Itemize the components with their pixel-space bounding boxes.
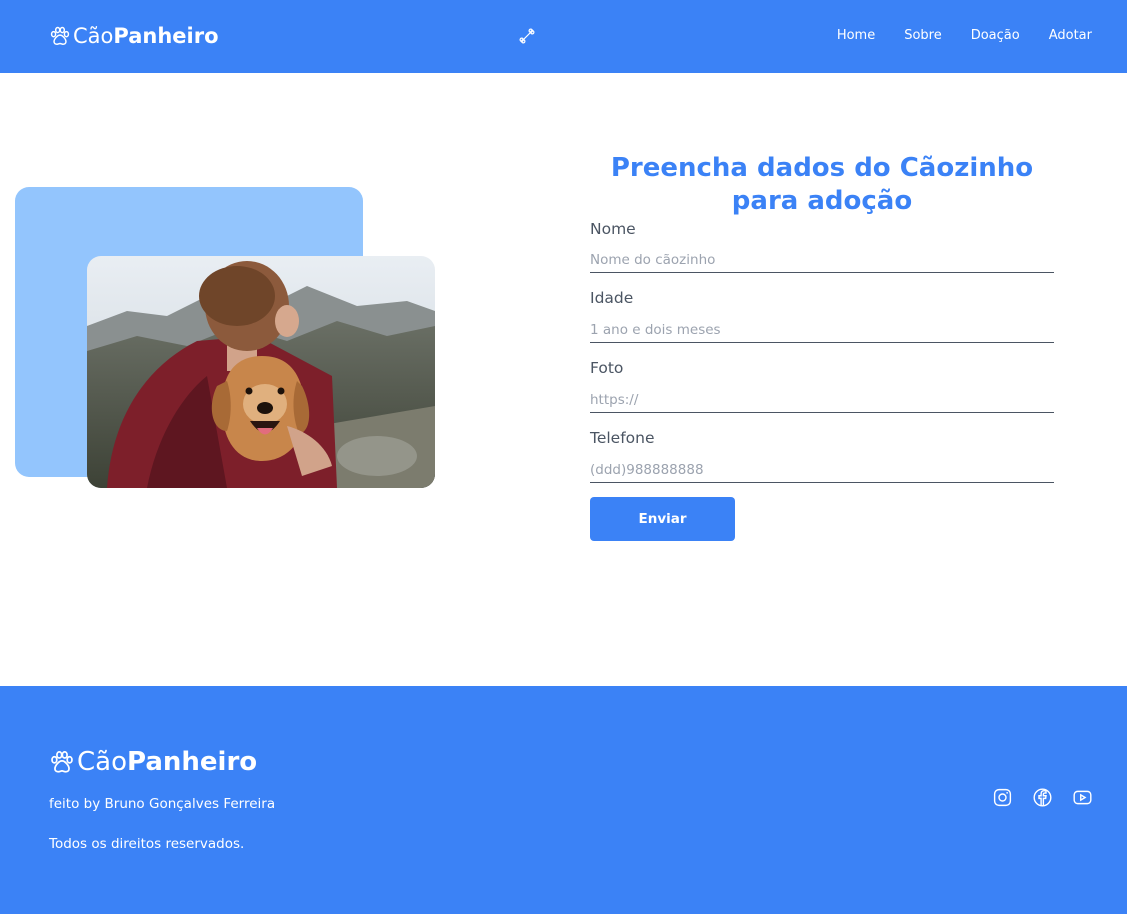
telefone-label: Telefone bbox=[590, 429, 655, 447]
footer: Cão Panheiro feito by Bruno Gonçalves Fer… bbox=[0, 686, 1127, 914]
social-links bbox=[992, 787, 1093, 808]
idade-input[interactable] bbox=[590, 317, 1054, 343]
man-hugging-dog-photo bbox=[87, 256, 435, 488]
paw-icon bbox=[51, 751, 73, 773]
brand-name-regular: Cão bbox=[73, 24, 114, 48]
instagram-icon[interactable] bbox=[992, 787, 1013, 808]
footer-brand-bold: Panheiro bbox=[127, 747, 258, 777]
brand-name-bold: Panheiro bbox=[113, 24, 219, 48]
nome-input[interactable] bbox=[590, 247, 1054, 273]
paw-icon bbox=[50, 26, 70, 45]
footer-brand-regular: Cão bbox=[77, 747, 127, 777]
form-title: Preencha dados do Cãozinho para adoção bbox=[610, 153, 1034, 216]
nome-label: Nome bbox=[590, 220, 636, 238]
foto-url-input[interactable] bbox=[590, 387, 1054, 413]
idade-label: Idade bbox=[590, 289, 634, 307]
nav-doacao[interactable]: Doação bbox=[971, 28, 1020, 43]
brand-logo[interactable]: Cão Panheiro bbox=[49, 22, 219, 50]
facebook-icon[interactable] bbox=[1032, 787, 1053, 808]
telefone-input[interactable] bbox=[590, 457, 1054, 483]
nav-sobre[interactable]: Sobre bbox=[904, 28, 942, 43]
nav-home[interactable]: Home bbox=[837, 28, 875, 43]
enviar-button[interactable]: Enviar bbox=[590, 497, 735, 541]
footer-rights: Todos os direitos reservados. bbox=[49, 836, 245, 852]
main-nav: Home Sobre Doação Adotar bbox=[837, 28, 1092, 43]
footer-credit: feito by Bruno Gonçalves Ferreira bbox=[49, 796, 276, 812]
footer-brand-logo[interactable]: Cão Panheiro bbox=[49, 745, 257, 779]
top-navbar: Cão Panheiro Home Sobre Doação Adotar bbox=[0, 0, 1127, 73]
photo-illustration bbox=[87, 256, 435, 488]
nav-adotar[interactable]: Adotar bbox=[1049, 28, 1092, 43]
bone-icon[interactable] bbox=[518, 27, 536, 45]
youtube-icon[interactable] bbox=[1072, 787, 1093, 808]
foto-label: Foto bbox=[590, 359, 624, 377]
